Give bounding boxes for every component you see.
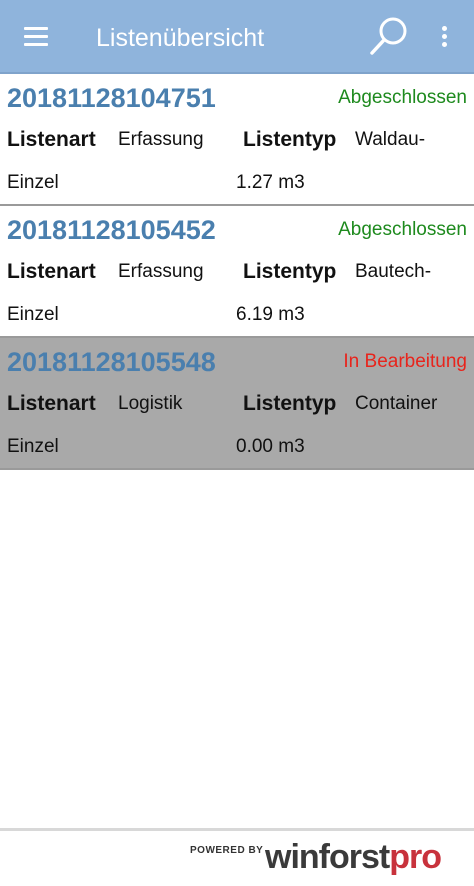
listenart-label: Listenart (7, 128, 96, 151)
status-badge: In Bearbeitung (343, 351, 467, 372)
volume-value: 1.27 m3 (236, 172, 305, 193)
search-icon[interactable] (366, 14, 412, 60)
list-item[interactable]: 20181128104751 Abgeschlossen Listenart E… (0, 74, 474, 206)
listentyp-label: Listentyp (243, 260, 337, 283)
app-bar: Listenübersicht (0, 0, 474, 74)
list-id: 20181128105548 (7, 347, 216, 377)
list-overview: 20181128104751 Abgeschlossen Listenart E… (0, 74, 474, 470)
listentyp-value-continued: Einzel (7, 304, 59, 325)
app-screen: Listenübersicht 20181128104751 Abgeschlo… (0, 0, 474, 886)
powered-by-text: POWERED BY (190, 845, 264, 856)
listenart-label: Listenart (7, 260, 96, 283)
listentyp-value: Waldau- (355, 129, 426, 150)
listentyp-label: Listentyp (243, 392, 337, 415)
brand-logo-part1: winforst (265, 838, 390, 876)
listenart-label: Listenart (7, 392, 96, 415)
listentyp-label: Listentyp (243, 128, 337, 151)
list-id: 20181128105452 (7, 215, 216, 245)
list-item[interactable]: 20181128105452 Abgeschlossen Listenart E… (0, 206, 474, 338)
listentyp-value: Bautech- (355, 261, 432, 282)
listentyp-value: Container (355, 393, 438, 414)
status-badge: Abgeschlossen (338, 219, 467, 240)
brand-logo-part2: pro (389, 838, 442, 876)
status-badge: Abgeschlossen (338, 87, 467, 108)
hamburger-menu-icon[interactable] (20, 22, 54, 52)
listentyp-value-continued: Einzel (7, 436, 59, 457)
list-id: 20181128104751 (7, 83, 216, 113)
listenart-value: Erfassung (118, 129, 204, 150)
footer: POWERED BY winforstpro (0, 828, 474, 886)
listenart-value: Erfassung (118, 261, 204, 282)
listenart-value: Logistik (118, 393, 183, 414)
list-item-selected[interactable]: 20181128105548 In Bearbeitung Listenart … (0, 338, 474, 470)
volume-value: 6.19 m3 (236, 304, 305, 325)
volume-value: 0.00 m3 (236, 436, 305, 457)
page-title: Listenübersicht (96, 24, 265, 52)
listentyp-value-continued: Einzel (7, 172, 59, 193)
brand-logo: winforstpro (265, 837, 442, 877)
more-vert-icon[interactable] (434, 22, 456, 52)
